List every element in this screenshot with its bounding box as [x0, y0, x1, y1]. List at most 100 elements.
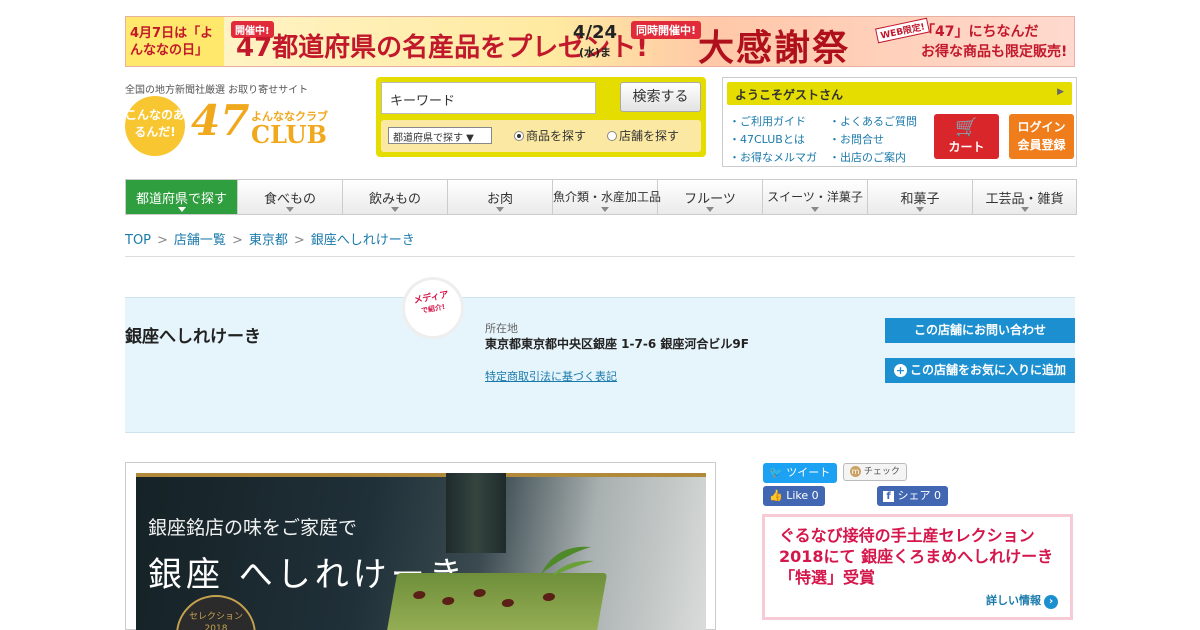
- leaf-icon: [541, 546, 594, 577]
- caret-down-icon: [916, 207, 924, 212]
- nav-item-sweets[interactable]: スイーツ・洋菓子: [763, 180, 868, 214]
- breadcrumb-tokyo[interactable]: 東京都: [249, 233, 288, 248]
- shop-name: 銀座へしれけーき: [125, 327, 261, 347]
- mixi-icon: m: [850, 466, 861, 477]
- search-input[interactable]: キーワード: [381, 82, 596, 114]
- search-button[interactable]: 検索する: [620, 82, 701, 112]
- facebook-icon: f: [883, 491, 894, 502]
- selection-badge: セレクション 2018: [176, 595, 256, 630]
- caret-down-icon: [177, 207, 186, 212]
- shop-image-frame: 銀座銘店の味をご家庭で 銀座 へしれけーき セレクション 2018: [125, 462, 716, 630]
- radio-shops[interactable]: 店舗を探す: [607, 127, 679, 144]
- hero-cake: [384, 573, 608, 630]
- breadcrumb-top[interactable]: TOP: [125, 233, 151, 248]
- banner-date-value: 4/24: [572, 22, 618, 43]
- caret-down-icon: [286, 207, 294, 212]
- breadcrumb-shop-list[interactable]: 店舗一覧: [174, 233, 226, 248]
- link-about[interactable]: ・47CLUBとは: [729, 131, 805, 147]
- media-badge: メディア で紹介!: [400, 275, 466, 341]
- prefecture-select[interactable]: 都道府県で探す ▼: [388, 127, 492, 144]
- user-panel: ようこそゲストさん ▶ ・ご利用ガイド ・よくあるご質問 ・47CLUBとは ・…: [722, 77, 1077, 167]
- cart-button[interactable]: 🛒 カート: [934, 114, 999, 159]
- logo-number: 47: [191, 96, 250, 145]
- register-label: 会員登録: [1017, 138, 1066, 152]
- site-tagline: 全国の地方新聞社厳選 お取り寄せサイト: [125, 85, 309, 96]
- cart-label: カート: [948, 140, 985, 154]
- breadcrumb-separator: >: [231, 233, 243, 248]
- radio-products[interactable]: 商品を探す: [514, 127, 586, 144]
- arrow-right-icon: ▶: [1057, 87, 1064, 97]
- arrow-circle-right-icon: ›: [1044, 595, 1058, 609]
- caret-down-icon: [391, 207, 399, 212]
- link-mailmag[interactable]: ・お得なメルマガ: [729, 149, 817, 165]
- login-label: ログイン: [1017, 120, 1066, 134]
- divider: [125, 256, 1075, 257]
- cart-icon: 🛒: [955, 117, 978, 138]
- radio-shops-label: 店舗を探す: [619, 129, 680, 143]
- link-guide[interactable]: ・ご利用ガイド: [729, 113, 806, 129]
- banner-date: 4/24 (水)まで!: [571, 23, 619, 63]
- legal-notice-link[interactable]: 特定商取引法に基づく表記: [485, 368, 617, 384]
- welcome-text: ようこそゲストさん: [735, 88, 844, 102]
- contact-shop-button[interactable]: この店舗にお問い合わせ: [885, 318, 1075, 343]
- banner-right-line1: 「47」にちなんだ: [921, 24, 1039, 40]
- promo-text: ぐるなび接待の手土産セレクション2018にて 銀座くろまめへしれけーき「特選」受…: [779, 526, 1054, 587]
- caret-down-icon: [811, 207, 819, 212]
- login-button[interactable]: ログイン 会員登録: [1009, 114, 1074, 159]
- banner-kansha: 大感謝祭: [698, 28, 851, 67]
- plus-circle-icon: +: [893, 364, 907, 377]
- nav-item-meat[interactable]: お肉: [448, 180, 553, 214]
- nav-item-seafood[interactable]: 魚介類・水産加工品: [553, 180, 661, 214]
- radio-products-label: 商品を探す: [526, 129, 587, 143]
- link-faq[interactable]: ・よくあるご質問: [829, 113, 917, 129]
- hero-gold-border: [136, 473, 706, 477]
- logo-circle: こんなのあるんだ!: [125, 96, 185, 156]
- tweet-button[interactable]: 🐦 ツイート: [763, 463, 837, 483]
- welcome-bar[interactable]: ようこそゲストさん ▶: [727, 82, 1072, 105]
- thumbs-up-icon: 👍: [769, 489, 783, 502]
- shop-hero-image: 銀座銘店の味をご家庭で 銀座 へしれけーき セレクション 2018: [136, 473, 706, 630]
- nav-item-drinks[interactable]: 飲みもの: [343, 180, 448, 214]
- nav-item-wagashi[interactable]: 和菓子: [868, 180, 973, 214]
- caret-down-icon: [496, 207, 504, 212]
- breadcrumb-current[interactable]: 銀座へしれけーき: [311, 233, 415, 248]
- promo-more-link[interactable]: 詳しい情報 ›: [986, 592, 1058, 609]
- banner-left-text: 4月7日は「よんななの日」: [126, 17, 224, 66]
- caret-down-icon: [601, 207, 609, 212]
- banner-right-line2: お得な商品も限定販売!: [921, 44, 1068, 60]
- award-promo[interactable]: ぐるなび接待の手土産セレクション2018にて 銀座くろまめへしれけーき「特選」受…: [762, 514, 1073, 620]
- breadcrumb: TOP > 店舗一覧 > 東京都 > 銀座へしれけーき: [125, 229, 415, 248]
- link-contact[interactable]: ・お問合せ: [829, 131, 884, 147]
- caret-down-icon: [706, 207, 714, 212]
- caret-down-icon: [1020, 207, 1029, 212]
- hero-line1: 銀座銘店の味をご家庭で: [148, 517, 358, 539]
- facebook-like-button[interactable]: 👍 Like 0: [763, 486, 825, 506]
- category-nav: 都道府県で探す 食べもの 飲みもの お肉 魚介類・水産加工品 フルーツ スイーツ…: [125, 179, 1077, 215]
- link-open-shop[interactable]: ・出店のご案内: [829, 149, 906, 165]
- radio-unchecked-icon: [607, 131, 617, 141]
- twitter-icon: 🐦: [769, 466, 783, 479]
- banner-right-text: 「47」にちなんだ お得な商品も限定販売!: [921, 22, 1067, 62]
- site-logo[interactable]: こんなのあるんだ! 47 よんななクラブ CLUB: [125, 96, 347, 158]
- promo-more-label: 詳しい情報: [986, 594, 1041, 607]
- nav-item-food[interactable]: 食べもの: [238, 180, 343, 214]
- breadcrumb-separator: >: [157, 233, 168, 248]
- address-label: 所在地: [485, 322, 518, 335]
- nav-item-prefecture[interactable]: 都道府県で探す: [126, 180, 238, 214]
- breadcrumb-separator: >: [293, 233, 305, 248]
- banner-concurrent-tag: 同時開催中!: [631, 21, 702, 39]
- search-panel: キーワード 検索する 都道府県で探す ▼ 商品を探す 店舗を探す: [376, 77, 706, 157]
- shop-address: 東京都東京都中央区銀座 1-7-6 銀座河合ビル9F: [485, 337, 749, 351]
- radio-checked-icon: [514, 131, 524, 141]
- favorite-label: この店舗をお気に入りに追加: [909, 363, 1066, 377]
- search-options: 都道府県で探す ▼ 商品を探す 店舗を探す: [381, 120, 701, 152]
- banner-date-sub: (水)まで!: [578, 46, 612, 59]
- hero-bottle: [446, 473, 506, 553]
- favorite-shop-button[interactable]: + この店舗をお気に入りに追加: [885, 358, 1075, 383]
- nav-item-crafts[interactable]: 工芸品・雑貨: [973, 180, 1076, 214]
- facebook-share-button[interactable]: f シェア 0: [877, 486, 948, 506]
- nav-item-fruits[interactable]: フルーツ: [658, 180, 763, 214]
- mixi-check-button[interactable]: m チェック: [843, 463, 907, 481]
- campaign-banner[interactable]: 4月7日は「よんななの日」 開催中! 47都道府県の名産品をプレゼント! 4/2…: [125, 16, 1075, 67]
- shop-header: 銀座へしれけーき メディア で紹介! 所在地 東京都東京都中央区銀座 1-7-6…: [125, 275, 1075, 433]
